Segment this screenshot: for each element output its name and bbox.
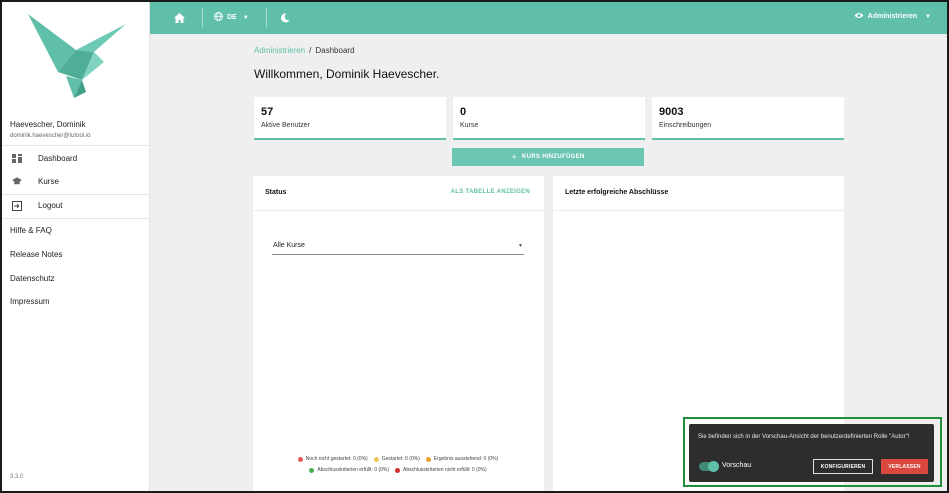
breadcrumb-link-admin[interactable]: Administrieren bbox=[254, 46, 305, 55]
panel-header: Letzte erfolgreiche Abschlüsse bbox=[553, 176, 844, 211]
user-name: Haevescher, Dominik bbox=[10, 120, 86, 129]
graduation-cap-icon bbox=[12, 177, 22, 187]
course-filter-select[interactable]: Alle Kurse ▼ bbox=[272, 239, 524, 255]
logout-icon bbox=[12, 200, 22, 211]
sidebar-item-kurse[interactable]: Kurse bbox=[2, 170, 150, 193]
divider bbox=[202, 8, 203, 28]
legend-dot bbox=[395, 467, 401, 473]
version-label: 3.3.0 bbox=[10, 474, 24, 480]
stat-value: 57 bbox=[261, 106, 274, 118]
link-privacy[interactable]: Datenschutz bbox=[10, 274, 54, 283]
divider bbox=[266, 8, 267, 28]
sidebar-item-label: Logout bbox=[38, 201, 63, 210]
stat-card-enrollments: 9003 Einschreibungen bbox=[652, 97, 844, 140]
legend-dot bbox=[425, 456, 431, 462]
chevron-down-icon: ▼ bbox=[242, 14, 249, 21]
hummingbird-logo[interactable] bbox=[16, 10, 132, 106]
chart-legend-row: Noch nicht gestartet: 0 (0%) Gestartet: … bbox=[253, 456, 543, 462]
breadcrumb-separator: / bbox=[309, 46, 312, 55]
user-info: Haevescher, Dominik dominik.haevescher@t… bbox=[2, 114, 150, 146]
panel-header: Status ALS TABELLE ANZEIGEN bbox=[253, 176, 544, 211]
add-course-button[interactable]: + KURS HINZUFÜGEN bbox=[452, 148, 644, 166]
divider bbox=[2, 218, 150, 219]
moon-icon[interactable] bbox=[278, 11, 292, 25]
legend-item: Abschlusskriterien nicht erfüllt: 0 (0%) bbox=[395, 467, 487, 473]
eye-icon bbox=[854, 12, 864, 21]
breadcrumb-current: Dashboard bbox=[315, 46, 355, 55]
stat-card-active-users: 57 Aktive Benutzer bbox=[254, 97, 446, 140]
legend-item: Abschlusskriterien erfüllt: 0 (0%) bbox=[309, 467, 389, 473]
preview-toggle[interactable] bbox=[699, 461, 719, 472]
language-label: DE bbox=[227, 14, 237, 21]
sidebar-item-label: Dashboard bbox=[38, 154, 78, 163]
toggle-knob bbox=[708, 461, 719, 472]
top-bar: DE ▼ Administrieren ▼ bbox=[150, 2, 947, 34]
legend-item: Ergebnis ausstehend: 0 (0%) bbox=[425, 456, 499, 462]
link-help-faq[interactable]: Hilfe & FAQ bbox=[10, 226, 52, 235]
stat-card-courses: 0 Kurse bbox=[453, 97, 645, 140]
legend-label: Abschlusskriterien erfüllt: 0 (0%) bbox=[317, 467, 390, 473]
role-selector[interactable]: Administrieren ▼ bbox=[854, 12, 931, 21]
stat-value: 9003 bbox=[659, 106, 684, 118]
sidebar: Haevescher, Dominik dominik.haevescher@t… bbox=[2, 2, 150, 491]
page-title: Willkommen, Dominik Haevescher. bbox=[254, 67, 440, 81]
link-release-notes[interactable]: Release Notes bbox=[10, 250, 62, 259]
chevron-down-icon: ▼ bbox=[518, 243, 523, 249]
user-email: dominik.haevescher@tutool.io bbox=[10, 133, 91, 139]
language-selector[interactable]: DE ▼ bbox=[214, 12, 249, 23]
preview-mode-dialog: Sie befinden sich in der Vorschau-Ansich… bbox=[689, 424, 934, 482]
role-label: Administrieren bbox=[867, 13, 918, 20]
add-course-label: KURS HINZUFÜGEN bbox=[522, 154, 585, 160]
configure-button[interactable]: KONFIGURIEREN bbox=[813, 459, 873, 474]
breadcrumb: Administrieren / Dashboard bbox=[254, 46, 355, 55]
show-as-table-link[interactable]: ALS TABELLE ANZEIGEN bbox=[451, 189, 530, 195]
panel-title: Status bbox=[265, 189, 287, 196]
plus-icon: + bbox=[511, 152, 518, 162]
legend-dot bbox=[297, 456, 303, 462]
preview-toggle-label: Vorschau bbox=[722, 462, 752, 469]
home-icon[interactable] bbox=[172, 11, 186, 25]
chart-legend-row: Abschlusskriterien erfüllt: 0 (0%) Absch… bbox=[253, 467, 543, 473]
legend-dot bbox=[373, 456, 379, 462]
legend-label: Gestartet: 0 (0%) bbox=[381, 456, 420, 462]
sidebar-item-logout[interactable]: Logout bbox=[2, 194, 150, 217]
stat-label: Aktive Benutzer bbox=[261, 122, 311, 129]
legend-label: Ergebnis ausstehend: 0 (0%) bbox=[433, 456, 499, 462]
sidebar-item-dashboard[interactable]: Dashboard bbox=[2, 147, 150, 170]
dashboard-icon bbox=[12, 154, 22, 164]
select-value: Alle Kurse bbox=[273, 242, 305, 249]
globe-icon bbox=[214, 12, 223, 23]
legend-item: Gestartet: 0 (0%) bbox=[373, 456, 420, 462]
legend-label: Noch nicht gestartet: 0 (0%) bbox=[305, 456, 368, 462]
sidebar-item-label: Kurse bbox=[38, 177, 59, 186]
stat-label: Einschreibungen bbox=[659, 122, 712, 129]
stat-label: Kurse bbox=[460, 122, 479, 129]
link-imprint[interactable]: Impressum bbox=[10, 297, 50, 306]
preview-message: Sie befinden sich in der Vorschau-Ansich… bbox=[698, 434, 910, 440]
panel-title: Letzte erfolgreiche Abschlüsse bbox=[565, 189, 669, 196]
legend-item: Noch nicht gestartet: 0 (0%) bbox=[297, 456, 368, 462]
legend-label: Abschlusskriterien nicht erfüllt: 0 (0%) bbox=[403, 467, 487, 473]
legend-dot bbox=[309, 467, 315, 473]
app-window: Haevescher, Dominik dominik.haevescher@t… bbox=[2, 2, 947, 491]
leave-button[interactable]: VERLASSEN bbox=[881, 459, 928, 474]
chevron-down-icon: ▼ bbox=[925, 13, 931, 20]
status-panel: Status ALS TABELLE ANZEIGEN Alle Kurse ▼… bbox=[253, 176, 544, 491]
stat-value: 0 bbox=[460, 106, 467, 118]
